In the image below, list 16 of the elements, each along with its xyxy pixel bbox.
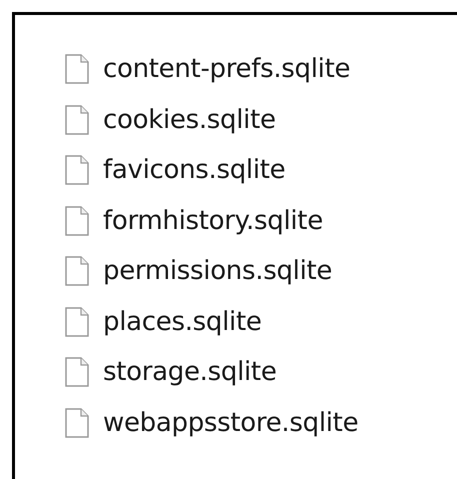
file-name[interactable]: cookies.sqlite — [103, 104, 276, 135]
file-icon — [65, 256, 89, 286]
file-icon — [65, 408, 89, 438]
file-name[interactable]: webappsstore.sqlite — [103, 408, 358, 438]
file-name[interactable]: formhistory.sqlite — [103, 206, 323, 236]
file-name[interactable]: permissions.sqlite — [103, 256, 332, 286]
file-icon — [65, 306, 89, 337]
file-icon — [65, 155, 89, 186]
file-name[interactable]: places.sqlite — [103, 306, 262, 337]
file-icon — [65, 104, 89, 135]
file-name[interactable]: favicons.sqlite — [103, 155, 286, 186]
file-icon — [65, 54, 89, 84]
file-icon — [65, 357, 89, 388]
file-name[interactable]: content-prefs.sqlite — [103, 54, 350, 84]
file-name[interactable]: storage.sqlite — [103, 357, 277, 388]
file-icon — [65, 206, 89, 236]
